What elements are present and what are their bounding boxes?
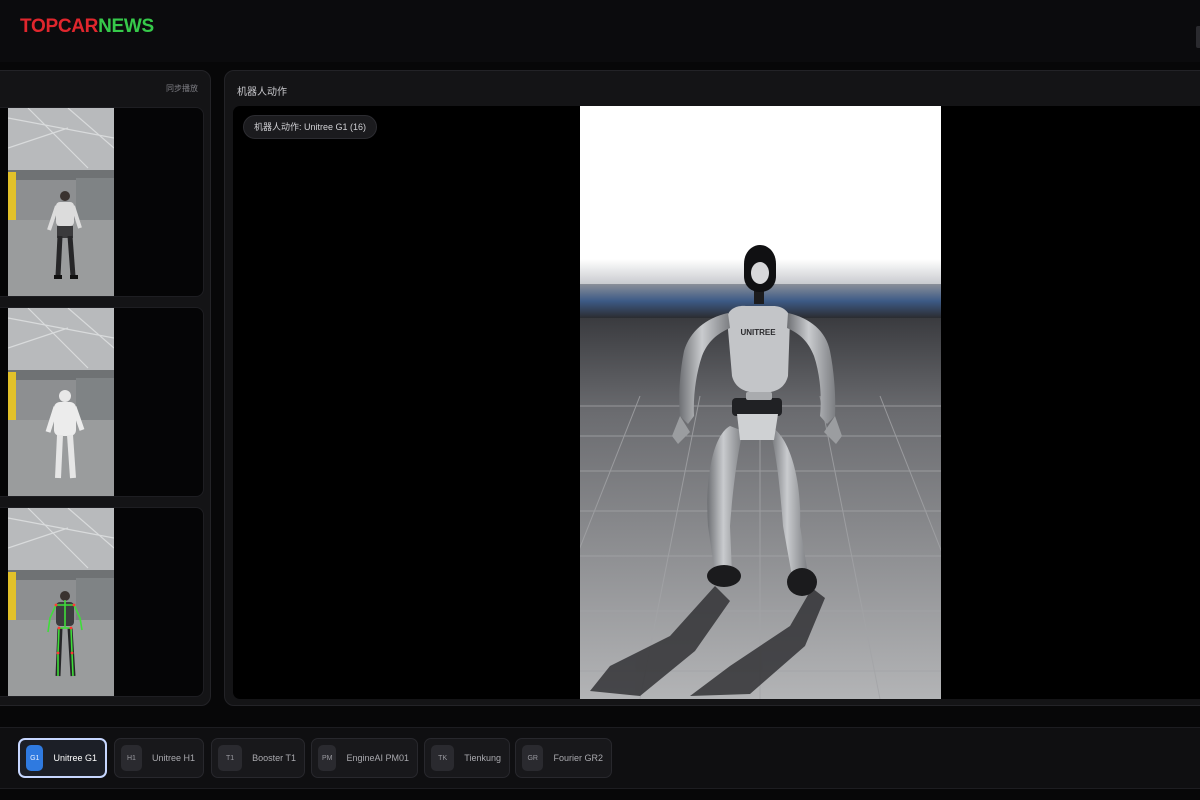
- robot-chip-fourier-gr2[interactable]: GR Fourier GR2: [515, 738, 612, 778]
- robot-chip-tienkung[interactable]: TK Tienkung: [424, 738, 510, 778]
- robot-render-scene: UNITREE: [580, 106, 941, 699]
- sync-playback-label[interactable]: 同步播放: [166, 83, 198, 94]
- robot-chip-label: Unitree H1: [151, 753, 195, 763]
- robot-chip-label: Fourier GR2: [553, 753, 603, 763]
- video-frame-original: [8, 108, 114, 296]
- robot-code-badge: H1: [121, 745, 142, 771]
- video-card-original[interactable]: [0, 107, 204, 297]
- robot-chip-booster-t1[interactable]: T1 Booster T1: [211, 738, 305, 778]
- source-videos-panel: 同步播放: [0, 70, 211, 706]
- video-card-mesh[interactable]: [0, 307, 204, 497]
- robot-chip-label: EngineAI PM01: [346, 753, 409, 763]
- robot-code-badge: T1: [218, 745, 243, 771]
- robot-code-badge: TK: [431, 745, 455, 771]
- robot-code-badge: GR: [522, 745, 544, 771]
- panel-title: 机器人动作: [237, 87, 287, 98]
- robot-chip-unitree-g1[interactable]: G1 Unitree G1: [18, 738, 107, 778]
- robot-code-badge: PM: [318, 745, 337, 771]
- video-card-skeleton[interactable]: [0, 507, 204, 697]
- robot-chip-engineai-pm01[interactable]: PM EngineAI PM01: [311, 738, 418, 778]
- video-frame-skeleton: [8, 508, 114, 696]
- top-bar: TOPCARNEWS: [0, 0, 1200, 62]
- robot-action-panel: 机器人动作 机器人动作: Unitree G1 (16) UNITREE: [224, 70, 1200, 706]
- brand-logo-part1: TOPCAR: [20, 16, 99, 37]
- robot-chip-label: Unitree G1: [53, 753, 97, 763]
- robot-selector-bar: G1 Unitree G1 H1 Unitree H1 T1 Booster T…: [0, 727, 1200, 789]
- brand-logo: TOPCARNEWS: [20, 16, 154, 38]
- brand-logo-part2: NEWS: [98, 16, 154, 37]
- robot-code-badge: G1: [26, 745, 44, 771]
- robot-chip-label: Tienkung: [464, 753, 501, 763]
- robot-chest-logo: UNITREE: [740, 328, 776, 337]
- robot-viewport[interactable]: 机器人动作: Unitree G1 (16) UNITREE: [233, 106, 1200, 699]
- video-frame-mesh: [8, 308, 114, 496]
- corner-handle: [1196, 26, 1200, 48]
- robot-chip-unitree-h1[interactable]: H1 Unitree H1: [114, 738, 204, 778]
- robot-chip-label: Booster T1: [252, 753, 296, 763]
- robot-label-pill: 机器人动作: Unitree G1 (16): [243, 115, 378, 139]
